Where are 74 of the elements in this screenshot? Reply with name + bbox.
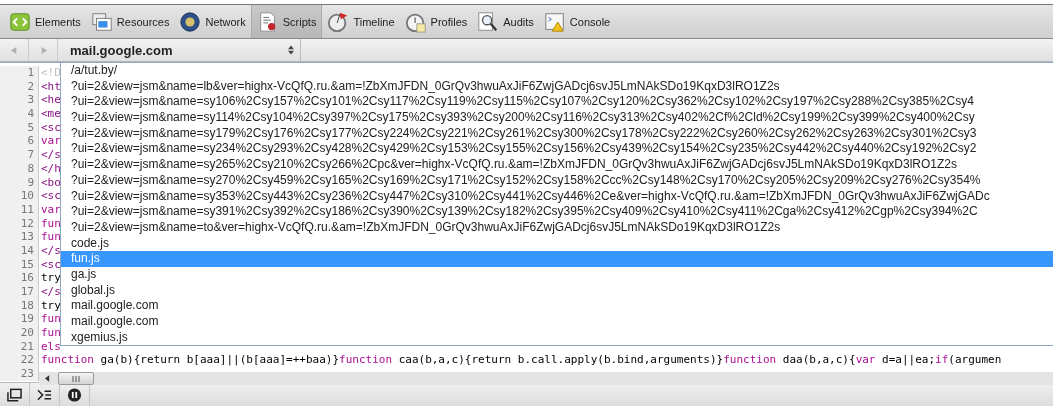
line-number: 20 (0, 326, 39, 340)
scroll-thumb[interactable] (58, 372, 94, 385)
script-option[interactable]: xgemius.js (61, 329, 1053, 346)
code-line: var (40, 134, 61, 149)
horizontal-scrollbar[interactable] (39, 372, 1053, 385)
script-option[interactable]: ?ui=2&view=jsm&name=sy179%2Csy176%2Csy177%2Csy224%2Csy221%2Csy261%2Csy300%2Csy178%2Csy222%2Csy260%2Csy262%2Csy263%2Csy301%2Csy3 (61, 125, 1053, 142)
windows-icon (7, 387, 22, 402)
code-line: fun (40, 326, 61, 340)
script-option[interactable]: mail.google.com (61, 314, 1053, 330)
code-line: try (40, 271, 61, 285)
panel-tab[interactable]: Audits (472, 5, 539, 38)
script-option[interactable]: mail.google.com (61, 298, 1053, 314)
code-line: </s (40, 243, 61, 258)
left-triangle-icon (45, 375, 50, 382)
script-option[interactable]: ?ui=2&view=jsm&name=sy391%2Csy392%2Csy186%2Csy390%2Csy139%2Csy182%2Csy395%2Csy409%2Csy410%2Csy411%2Cga%2Csy412%2Cgp%2Csy394%2C (61, 204, 1053, 220)
panel-tab[interactable]: Scripts (250, 5, 323, 38)
code-line: <sc (40, 189, 61, 203)
panel-tab[interactable]: Console (538, 5, 616, 38)
magnifier-icon (477, 10, 500, 33)
code-line: <bo (40, 175, 61, 190)
panel-tab[interactable]: Elements (4, 5, 86, 38)
script-option[interactable]: ga.js (61, 266, 1053, 283)
code-line: <me (40, 107, 61, 121)
code-line: try (40, 298, 61, 313)
prompt-list-icon (37, 387, 52, 402)
code-line: <sc (40, 120, 61, 135)
code-line: <!D (40, 66, 61, 80)
code-line: function ga(b){return b[aaa]||(b[aaa]=++baa)}function caa(b,a,c){return b.call.apply(b.bind,arguments)}function daa(b,a,c){var d=a||ea;if(argumen (40, 353, 1002, 368)
line-number: 19 (0, 312, 39, 327)
script-option[interactable]: /a/tut.by/ (61, 63, 1053, 79)
line-number: 7 (0, 148, 39, 162)
line-number: 17 (0, 285, 39, 299)
up-down-arrows-icon (288, 45, 294, 55)
pause-icon (67, 387, 82, 402)
code-line: </h (40, 161, 61, 176)
stopwatch-flag-icon (327, 10, 350, 33)
line-number: 23 (0, 367, 39, 381)
script-option[interactable]: ?ui=2&view=jsm&name=to&ver=highx-VcQfQ.ru.&am=!ZbXmJFDN_0GrQv3hwuAxJiF6ZwjGADcj6svJ5LmNAkSDo19KqxD3lRO1Z2s (61, 219, 1053, 236)
script-option[interactable]: code.js (61, 235, 1053, 252)
script-option[interactable]: ?ui=2&view=jsm&name=sy353%2Csy443%2Csy236%2Csy447%2Csy310%2Csy441%2Csy446%2Ce&ver=highx-VcQfQ.ru.&am=!ZbXmJFDN_0GrQv3hwuAxJiF6ZwjGADc (61, 188, 1053, 205)
line-number: 10 (0, 189, 39, 203)
code-line: var (40, 202, 61, 217)
panel-tab[interactable]: Network (174, 5, 251, 38)
panel-tab[interactable]: Resources (85, 5, 175, 38)
line-number: 4 (0, 107, 39, 121)
code-line: fun (40, 312, 61, 327)
line-number: 16 (0, 271, 39, 285)
code-line: els (40, 339, 61, 354)
code-line: <ht (40, 79, 61, 94)
code-line: fun (40, 230, 61, 244)
script-option[interactable]: ?ui=2&view=jsm&name=sy106%2Csy157%2Csy101%2Csy117%2Csy119%2Csy115%2Csy107%2Csy120%2Csy362%2Csy102%2Csy197%2Csy288%2Csy385%2Csy4 (61, 94, 1053, 111)
code-line: <sc (40, 257, 61, 272)
line-number: 3 (0, 93, 39, 108)
script-option[interactable]: ?ui=2&view=jsm&name=lb&ver=highx-VcQfQ.ru.&am=!ZbXmJFDN_0GrQv3hwuAxJiF6ZwjGADcj6svJ5LmNAkSDo19KqxD3lRO1Z2s (61, 78, 1053, 95)
code-line: fun (40, 216, 61, 231)
script-option[interactable]: ?ui=2&view=jsm&name=sy114%2Csy104%2Csy397%2Csy175%2Csy393%2Csy200%2Csy116%2Csy313%2Csy402%2Cf%2Cld%2Csy199%2Csy399%2Csy400%2Csy (61, 110, 1053, 126)
panel-tab[interactable]: Timeline (322, 5, 400, 38)
script-option[interactable]: ?ui=2&view=jsm&name=sy265%2Csy210%2Csy266%2Cpc&ver=highx-VcQfQ.ru.&am=!ZbXmJFDN_0GrQv3hwuAxJiF6ZwjGADcj6svJ5LmNAkSDo19KqxD3lRO1Z2s (61, 157, 1053, 173)
windows-icon (90, 10, 113, 33)
line-number: 6 (0, 134, 39, 149)
code-line: </s (40, 148, 61, 162)
code-line: </s (40, 285, 61, 299)
script-option[interactable]: ?ui=2&view=jsm&name=sy234%2Csy293%2Csy428%2Csy429%2Csy153%2Csy155%2Csy156%2Csy439%2Csy154%2Csy235%2Csy442%2Csy440%2Csy192%2Csy2 (61, 141, 1053, 158)
panel-tab[interactable]: Profiles (399, 5, 473, 38)
script-option[interactable]: global.js (61, 282, 1053, 299)
line-number: 13 (0, 230, 39, 244)
grip-icon (71, 374, 81, 383)
line-number: 1 (0, 66, 39, 80)
script-option[interactable]: ?ui=2&view=jsm&name=sy270%2Csy459%2Csy165%2Csy169%2Csy171%2Csy152%2Csy158%2Ccc%2Csy148%2Csy170%2Csy205%2Csy209%2Csy276%2Csy354% (61, 172, 1053, 189)
line-number: 22 (0, 353, 39, 368)
console-warning-icon (543, 10, 566, 33)
code-brackets-icon (9, 10, 31, 33)
left-triangle-icon (9, 45, 19, 55)
code-line: <he (40, 93, 61, 108)
